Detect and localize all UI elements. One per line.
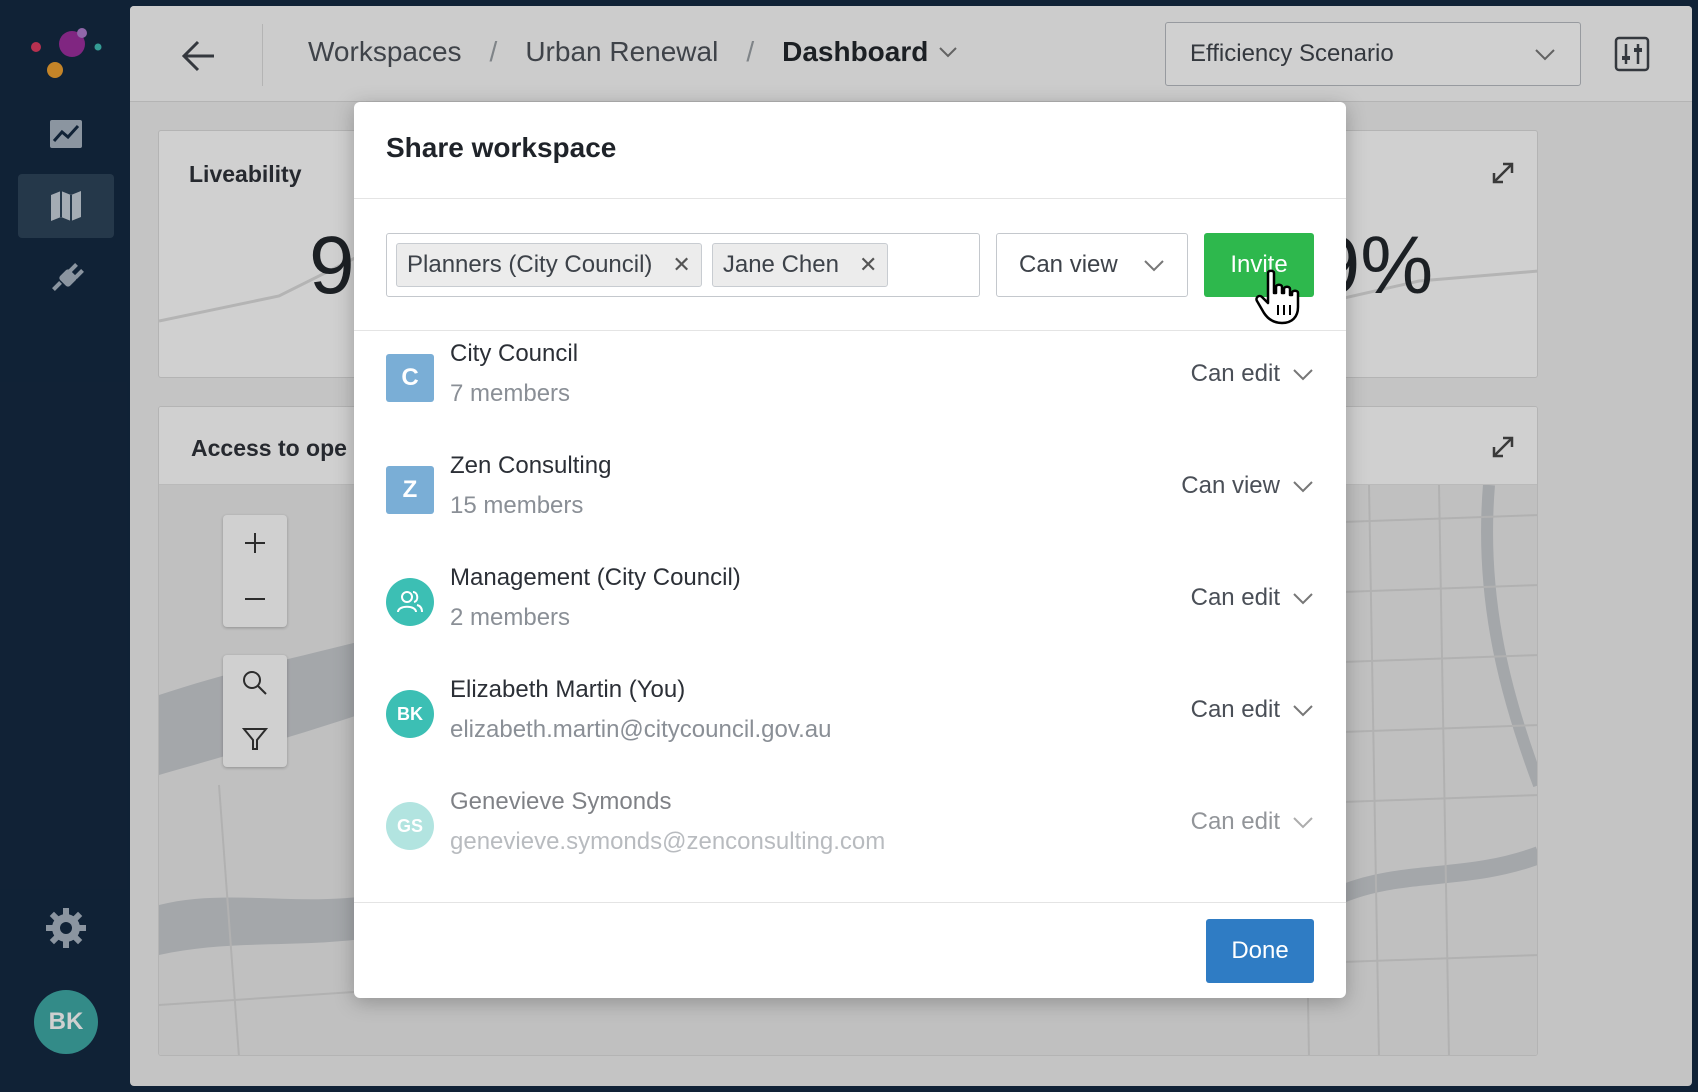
member-avatar: Z [386, 466, 434, 514]
invite-row: Planners (City Council) ✕ Jane Chen ✕ Can … [354, 199, 1346, 331]
dialog-header: Share workspace [354, 102, 1346, 199]
invitee-tag: Jane Chen ✕ [711, 243, 889, 287]
member-row: GS Genevieve Symonds genevieve.symonds@z… [386, 782, 1314, 894]
permission-value: Can edit [1190, 696, 1280, 723]
chevron-down-icon [1293, 593, 1313, 605]
chevron-down-icon [1293, 369, 1313, 381]
member-permission-select[interactable]: Can edit [1191, 360, 1314, 388]
member-permission-select[interactable]: Can edit [1191, 808, 1314, 836]
chevron-down-icon [1293, 481, 1313, 493]
member-name: Genevieve Symonds [450, 788, 672, 815]
member-row: BK Elizabeth Martin (You) elizabeth.mart… [386, 670, 1314, 782]
invite-permission-select[interactable]: Can view [996, 233, 1188, 297]
hand-cursor-icon [1255, 269, 1300, 325]
member-detail: 2 members [450, 604, 571, 631]
member-detail: 7 members [450, 380, 571, 407]
member-name: Elizabeth Martin (You) [450, 676, 686, 703]
member-permission-select[interactable]: Can edit [1191, 696, 1314, 724]
member-row: Management (City Council) 2 members Can … [386, 558, 1314, 670]
invitee-input[interactable]: Planners (City Council) ✕ Jane Chen ✕ [386, 233, 980, 297]
member-avatar: BK [386, 690, 434, 738]
permission-value: Can edit [1190, 360, 1280, 387]
permission-value: Can view [1181, 472, 1280, 499]
member-permission-select[interactable]: Can view [1181, 472, 1314, 500]
member-row: C City Council 7 members Can edit [386, 334, 1314, 446]
member-avatar: C [386, 354, 434, 402]
chevron-down-icon [1293, 817, 1313, 829]
group-icon [397, 591, 423, 613]
permission-value: Can edit [1190, 808, 1280, 835]
close-icon[interactable]: ✕ [672, 252, 690, 278]
permission-value: Can view [1019, 251, 1118, 278]
share-workspace-dialog: Share workspace Planners (City Council) ✕… [354, 102, 1346, 998]
tag-label: Jane Chen [722, 251, 839, 278]
member-name: Management (City Council) [450, 564, 741, 591]
member-detail: elizabeth.martin@citycouncil.gov.au [450, 716, 832, 743]
invitee-tag: Planners (City Council) ✕ [396, 243, 702, 287]
permission-value: Can edit [1190, 584, 1280, 611]
chevron-down-icon [1144, 260, 1164, 272]
close-icon[interactable]: ✕ [859, 252, 877, 278]
member-detail: 15 members [450, 492, 584, 519]
member-avatar: GS [386, 802, 434, 850]
member-name: Zen Consulting [450, 452, 612, 479]
member-avatar [386, 578, 434, 626]
dialog-title: Share workspace [386, 132, 617, 163]
chevron-down-icon [1293, 705, 1313, 717]
member-list: C City Council 7 members Can edit Z Zen … [354, 332, 1346, 902]
member-row: Z Zen Consulting 15 members Can view [386, 446, 1314, 558]
member-permission-select[interactable]: Can edit [1191, 584, 1314, 612]
member-detail: genevieve.symonds@zenconsulting.com [450, 828, 886, 855]
dialog-footer: Done [354, 902, 1346, 998]
tag-label: Planners (City Council) [407, 251, 653, 278]
done-button[interactable]: Done [1206, 919, 1314, 983]
member-name: City Council [450, 340, 579, 367]
